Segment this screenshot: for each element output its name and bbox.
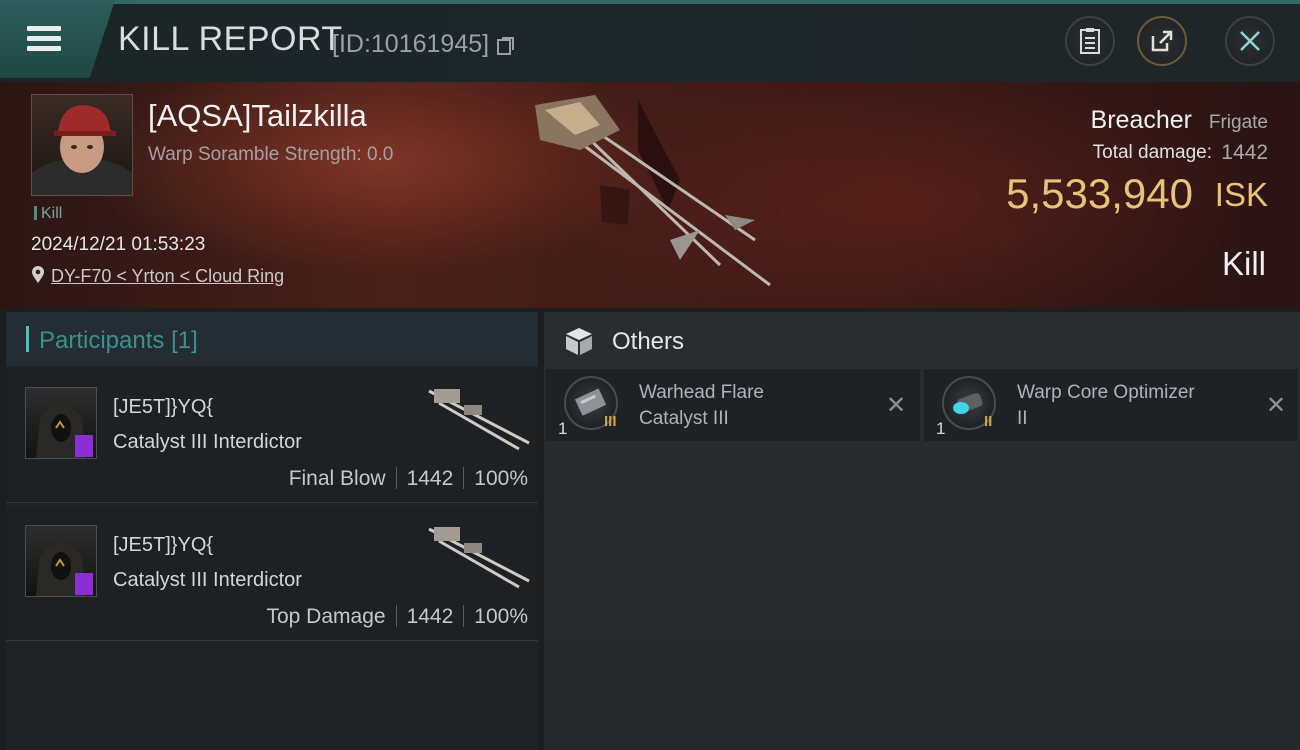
kill-tag: Kill — [34, 205, 62, 223]
clipboard-icon — [1080, 28, 1100, 54]
participant-ship: Catalyst III Interdictor — [113, 431, 302, 453]
location-link[interactable]: DY-F70 < Yrton < Cloud Ring — [51, 266, 284, 286]
share-button[interactable] — [1137, 16, 1187, 66]
participant-percent: 100% — [474, 467, 528, 490]
item-name-line2: Catalyst III — [639, 408, 729, 429]
total-damage-label: Total damage: — [1092, 142, 1212, 163]
close-icon[interactable]: ✕ — [886, 391, 906, 420]
item-quantity: 1 — [558, 419, 568, 438]
clipboard-button[interactable] — [1065, 16, 1115, 66]
participant-ship-icon — [428, 527, 530, 589]
copy-icon[interactable] — [497, 36, 515, 56]
cargo-box-icon — [566, 328, 592, 355]
item-quantity: 1 — [936, 419, 946, 438]
victim-portrait[interactable] — [31, 94, 133, 196]
share-icon — [1151, 30, 1173, 52]
warp-scramble-text: Warp Soramble Strength: 0.0 — [148, 144, 394, 165]
location-pin-icon — [32, 266, 44, 283]
report-id: [ID:10161945] — [332, 30, 490, 58]
participant-row[interactable]: [JE5T]}YQ{ Catalyst III Interdictor Top … — [6, 507, 538, 641]
close-icon — [1240, 31, 1260, 51]
item-name-line1: Warhead Flare — [639, 382, 764, 403]
others-title: Others — [612, 328, 685, 355]
participant-damage: 1442 — [406, 605, 454, 628]
security-badge-icon — [75, 573, 93, 595]
participant-name: [JE5T]}YQ{ — [113, 534, 214, 556]
menu-icon — [27, 24, 63, 54]
victim-name: [AQSA]Tailzkilla — [148, 98, 367, 133]
dropped-item[interactable]: 1 III Warhead Flare Catalyst III ✕ — [546, 369, 920, 441]
item-tier: III — [604, 413, 617, 430]
total-damage-value: 1442 — [1221, 141, 1268, 164]
participant-row[interactable]: [JE5T]}YQ{ Catalyst III Interdictor Fina… — [6, 369, 538, 503]
item-name: Warp Core Optimizer II — [1017, 380, 1195, 432]
close-button[interactable] — [1225, 16, 1275, 66]
item-name-line2: II — [1017, 408, 1028, 429]
participant-stats: Top Damage 1442 100% — [266, 605, 528, 629]
isk-value: 5,533,940 — [1006, 170, 1193, 217]
participant-percent: 100% — [474, 605, 528, 628]
participants-count: [1] — [171, 327, 198, 354]
item-tier: II — [984, 413, 993, 430]
kill-datetime: 2024/12/21 01:53:23 — [31, 234, 206, 255]
ship-render — [535, 95, 771, 287]
participants-title-text: Participants — [39, 327, 165, 354]
item-name-line1: Warp Core Optimizer — [1017, 382, 1195, 403]
participant-stats: Final Blow 1442 100% — [289, 467, 528, 491]
participant-role: Final Blow — [288, 467, 386, 490]
participant-role: Top Damage — [266, 605, 386, 628]
victim-ship-name: Breacher — [1090, 106, 1192, 134]
isk-unit: ISK — [1214, 176, 1268, 213]
participant-ship: Catalyst III Interdictor — [113, 569, 302, 591]
participant-ship-icon — [428, 389, 530, 451]
close-icon[interactable]: ✕ — [1266, 391, 1286, 420]
page-title: KILL REPORT — [118, 20, 343, 58]
kill-tag-label: Kill — [41, 205, 63, 222]
participants-title: Participants [1] — [26, 326, 198, 355]
location[interactable]: DY-F70 < Yrton < Cloud Ring — [31, 266, 284, 287]
item-name: Warhead Flare Catalyst III — [639, 380, 764, 432]
victim-ship-class: Frigate — [1208, 112, 1268, 133]
participant-name: [JE5T]}YQ{ — [113, 396, 214, 418]
kill-result: Kill — [1221, 245, 1266, 282]
dropped-item[interactable]: 1 II Warp Core Optimizer II ✕ — [924, 369, 1298, 441]
security-badge-icon — [75, 435, 93, 457]
participant-damage: 1442 — [406, 467, 454, 490]
